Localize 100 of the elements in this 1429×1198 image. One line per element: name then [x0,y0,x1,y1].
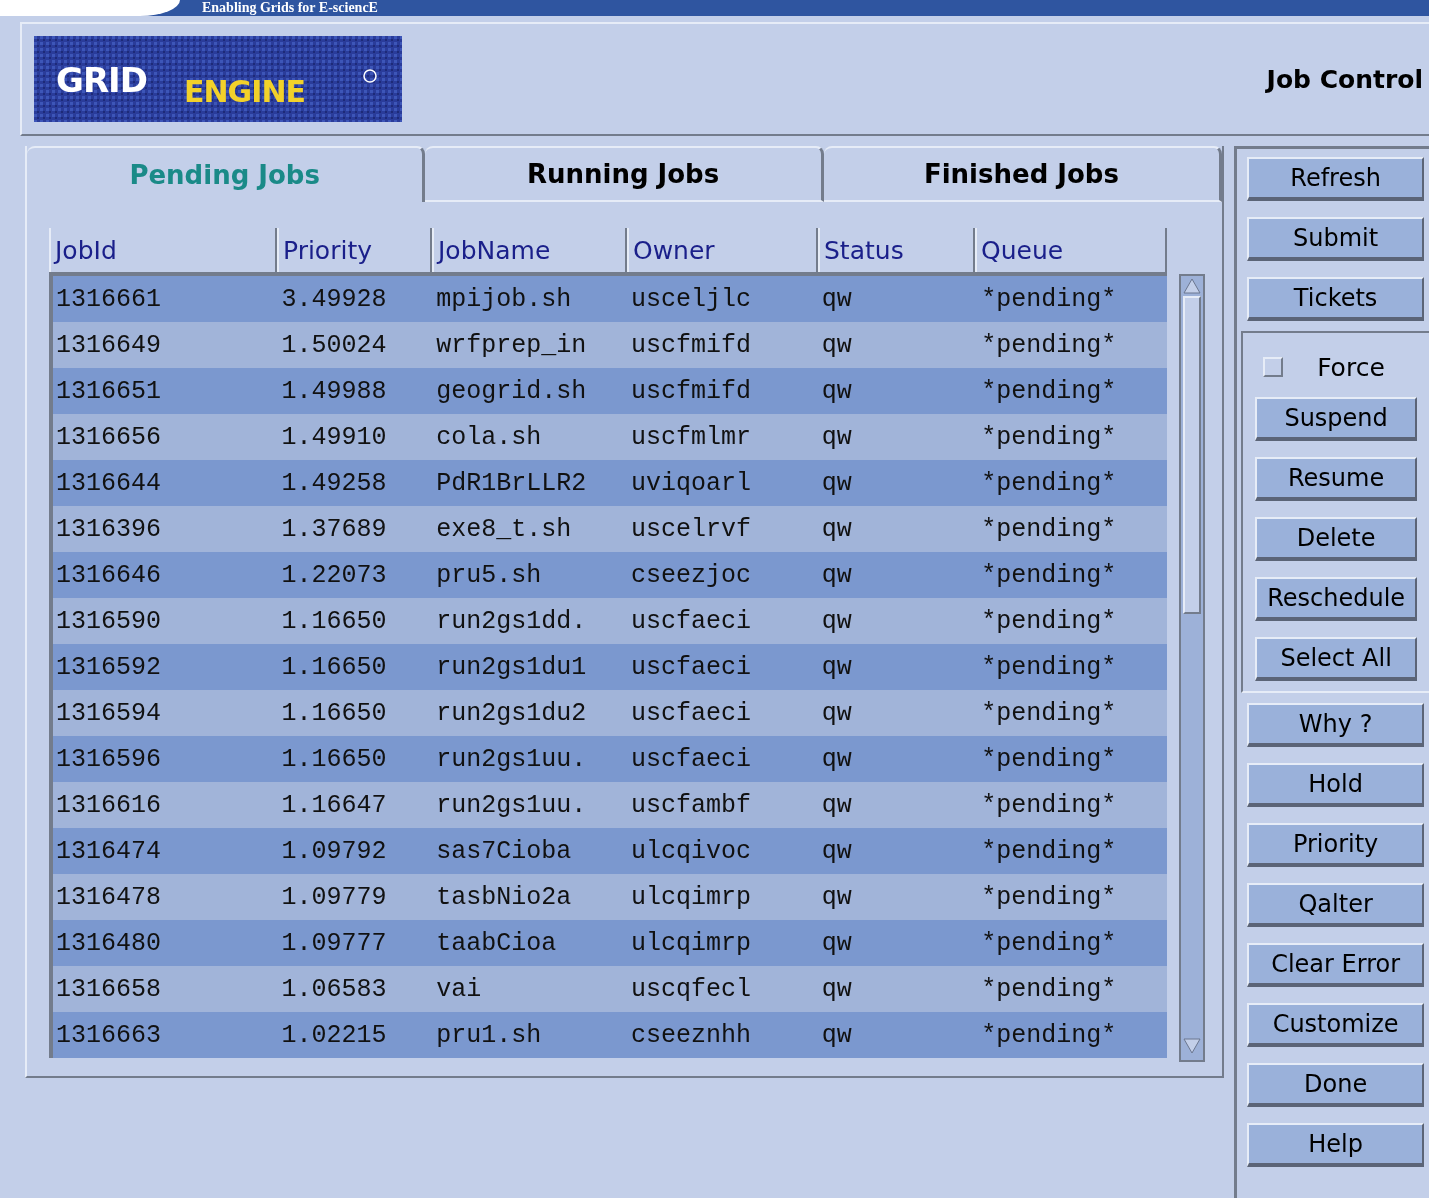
table-cell-text: qw [820,789,853,822]
table-cell-text: qw [820,697,853,730]
column-header[interactable]: JobId [49,228,277,272]
column-header[interactable]: Queue [975,228,1167,272]
table-cell-text: 1316656 [55,421,163,454]
table-cell-text: uscfmlmr [629,421,752,454]
toolbar-button[interactable]: Clear Error [1247,943,1425,987]
toolbar-button[interactable]: Priority [1247,823,1425,867]
table-cell-text: cseezjoc [629,559,752,592]
scroll-down-icon[interactable] [1182,1036,1202,1056]
table-cell-text: 1316592 [55,651,163,684]
table-cell-text: uscfaeci [629,743,752,776]
table-cell-text: ulcqimrp [629,881,752,914]
table-cell-text: 1.16650 [280,605,388,638]
toolbar-button[interactable]: Why ? [1247,703,1425,747]
table-cell-text: 1316663 [55,1019,163,1052]
table-cell-text: 1316594 [55,697,163,730]
table-cell-text: qw [820,881,853,914]
toolbar-button[interactable]: Hold [1247,763,1425,807]
table-cell-text: 1.37689 [280,513,388,546]
table-cell-text: uscqfecl [629,973,752,1006]
table-cell-text: 1316644 [55,467,163,500]
table-cell-text: *pending* [980,697,1118,730]
table-cell-text: *pending* [980,927,1118,960]
column-header[interactable]: JobName [432,228,627,272]
toolbar-button[interactable]: Tickets [1247,277,1425,321]
table-cell-text: *pending* [980,881,1118,914]
table-cell-text: 1316649 [55,329,163,362]
grid-engine-logo: GRID ENGINE [34,36,402,122]
table-cell-text: uscfaeci [629,651,752,684]
scroll-thumb[interactable] [1183,296,1201,614]
action-button[interactable]: Resume [1255,457,1418,501]
table-cell-text: 1.50024 [280,329,388,362]
column-header[interactable]: Status [818,228,975,272]
table-cell-text: run2gs1du1 [435,651,588,684]
table-cell-text: PdR1BrLLR2 [435,467,588,500]
table-cell-text: tasbNio2a [435,881,573,914]
table-cell-text: uscfambf [629,789,752,822]
table-cell-text: *pending* [980,421,1118,454]
action-button[interactable]: Suspend [1255,397,1418,441]
action-button[interactable]: Delete [1255,517,1418,561]
table-cell-text: qw [820,835,853,868]
table-cell-text: *pending* [980,329,1118,362]
table-cell-text: 1316661 [55,283,163,316]
action-button[interactable]: Reschedule [1255,577,1418,621]
tab[interactable]: Running Jobs [425,146,824,202]
table-cell-text: 1.16647 [280,789,388,822]
column-header[interactable]: Priority [277,228,432,272]
table-cell-text: 1316651 [55,375,163,408]
table-cell-text: 1.16650 [280,651,388,684]
table-cell-text: 1.49988 [280,375,388,408]
table-cell-text: 1316590 [55,605,163,638]
toolbar-button[interactable]: Customize [1247,1003,1425,1047]
table-cell-text: run2gs1uu. [435,743,588,776]
table-cell-text: 1316478 [55,881,163,914]
table-cell-text: *pending* [980,513,1118,546]
table-cell-text: qw [820,559,853,592]
table-cell-text: 1.16650 [280,697,388,730]
table-cell-text: pru5.sh [435,559,543,592]
table-cell-text: qw [820,927,853,960]
toolbar-button[interactable]: Submit [1247,217,1425,261]
table-cell-text: 1316658 [55,973,163,1006]
table-cell-text: uscfmifd [629,375,752,408]
force-checkbox[interactable] [1263,357,1284,377]
table-cell-text: *pending* [980,467,1118,500]
banner-title: Enabling Grids for E-sciencE [202,0,378,16]
toolbar-button[interactable]: Help [1247,1123,1425,1167]
table-cell-text: *pending* [980,973,1118,1006]
table-cell-text: qw [820,283,853,316]
table-cell-text: 1.09779 [280,881,388,914]
scrollbar[interactable] [1179,274,1205,1062]
toolbar-button[interactable]: Qalter [1247,883,1425,927]
column-header[interactable]: Owner [627,228,818,272]
window-title: Job Control [1266,64,1423,94]
table-cell-text: *pending* [980,1019,1118,1052]
action-button[interactable]: Select All [1255,637,1418,681]
table-cell-text: 1316616 [55,789,163,822]
table-cell-text: 1.49910 [280,421,388,454]
table-cell-text: uviqoarl [629,467,752,500]
toolbar-button[interactable]: Done [1247,1063,1425,1107]
force-label: Force [1317,352,1385,382]
table-cell-text: pru1.sh [435,1019,543,1052]
toolbar-button[interactable]: Refresh [1247,157,1425,201]
table-cell-text: 3.49928 [280,283,388,316]
table-cell-text: 1.22073 [280,559,388,592]
table-cell-text: taabCioa [435,927,558,960]
table-cell-text: *pending* [980,605,1118,638]
table-cell-text: uscfaeci [629,605,752,638]
table-cell-text: uscelrvf [629,513,752,546]
table-cell-text: *pending* [980,283,1118,316]
table-cell-text: qw [820,1019,853,1052]
table-cell-text: qw [820,651,853,684]
table-cell-text: qw [820,743,853,776]
table-cell-text: qw [820,375,853,408]
table-cell-text: 1316396 [55,513,163,546]
table-cell-text: cseeznhh [629,1019,752,1052]
table-cell-text: *pending* [980,375,1118,408]
table-cell-text: 1316596 [55,743,163,776]
tab[interactable]: Finished Jobs [823,146,1223,202]
table-cell-text: qw [820,605,853,638]
